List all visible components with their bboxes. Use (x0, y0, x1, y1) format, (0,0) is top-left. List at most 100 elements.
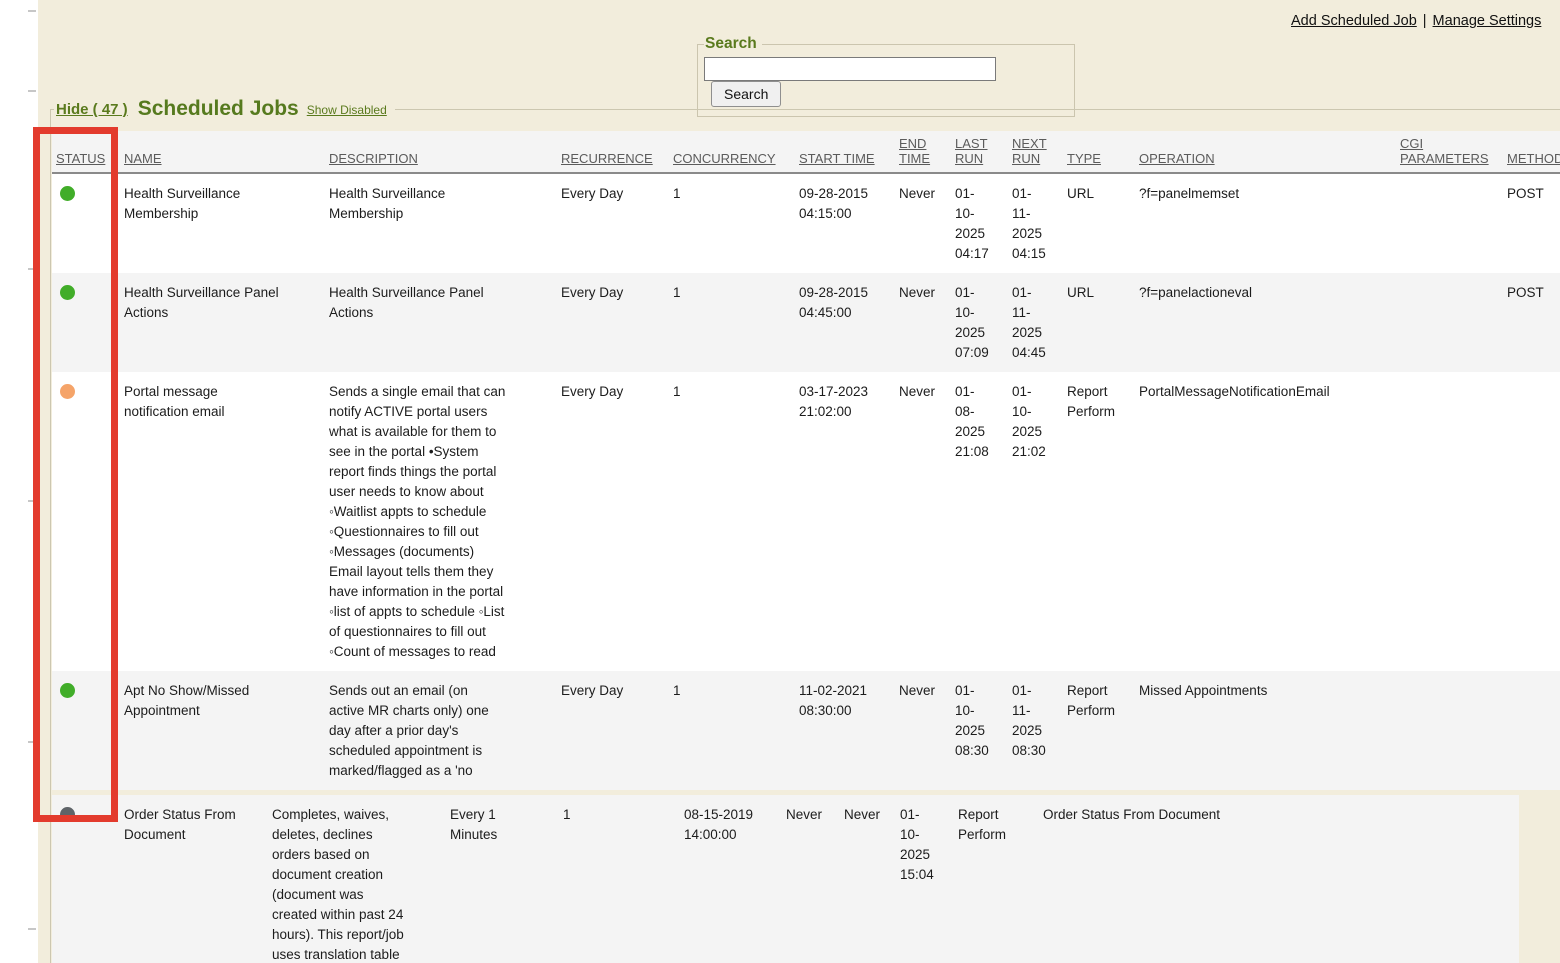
scheduled-jobs-table-continued: Order Status From DocumentCompletes, wai… (52, 795, 1519, 963)
cell-name: Health Surveillance Membership (120, 173, 325, 273)
cell-cgi-parameters (1396, 372, 1503, 671)
cell-next-run: 01- 10- 2025 21:02 (1008, 372, 1063, 671)
cell-end-time: Never (895, 671, 951, 790)
job-row: Order Status From DocumentCompletes, wai… (52, 795, 1519, 963)
cell-cgi-parameters (1396, 173, 1503, 273)
column-header-last-run[interactable]: LAST RUN (951, 131, 1008, 173)
cell-status (52, 795, 120, 963)
cell-concurrency: 1 (559, 795, 680, 963)
manage-settings-link[interactable]: Manage Settings (1433, 13, 1542, 29)
cell-last-run: 01- 10- 2025 07:09 (951, 273, 1008, 372)
cell-start-time: 11-02-2021 08:30:00 (795, 671, 895, 790)
cell-method: POST (1503, 173, 1560, 273)
cell-status (52, 372, 120, 671)
cell-last-run: Never (840, 795, 896, 963)
left-margin-tick (28, 268, 36, 270)
cell-end-time: Never (895, 173, 951, 273)
column-header-concurrency[interactable]: CONCURRENCY (669, 131, 795, 173)
cell-operation: ?f=panelactioneval (1135, 273, 1396, 372)
status-dot-enabled (60, 186, 75, 201)
cell-recurrence: Every Day (557, 671, 669, 790)
cell-status (52, 273, 120, 372)
cell-operation: ?f=panelmemset (1135, 173, 1396, 273)
search-panel-legend: Search (704, 35, 762, 53)
cell-type: URL (1063, 273, 1135, 372)
search-input[interactable] (704, 57, 996, 81)
cell-method (1503, 372, 1560, 671)
cell-start-time: 09-28-2015 04:15:00 (795, 173, 895, 273)
cell-operation: PortalMessageNotificationEmail (1135, 372, 1396, 671)
top-action-links: Add Scheduled Job|Manage Settings (1291, 13, 1541, 29)
jobs-table2-body: Order Status From DocumentCompletes, wai… (52, 795, 1519, 963)
cell-type: Report Perform (1063, 372, 1135, 671)
cell-method (1503, 671, 1560, 790)
cell-name: Order Status From Document (120, 795, 268, 963)
cell-recurrence: Every 1 Minutes (446, 795, 559, 963)
left-margin-tick (28, 741, 36, 743)
cell-recurrence: Every Day (557, 372, 669, 671)
cell-cgi-parameters (1396, 671, 1503, 790)
cell-type: Report Perform (1063, 671, 1135, 790)
column-header-description[interactable]: DESCRIPTION (325, 131, 557, 173)
cell-name: Portal message notification email (120, 372, 325, 671)
cell-type: Report Perform (954, 795, 1039, 963)
job-row: Apt No Show/Missed AppointmentSends out … (52, 671, 1560, 790)
cell-concurrency: 1 (669, 671, 795, 790)
left-margin-tick (28, 90, 36, 92)
cell-last-run: 01- 10- 2025 04:17 (951, 173, 1008, 273)
status-dot-enabled (60, 683, 75, 698)
add-scheduled-job-link[interactable]: Add Scheduled Job (1291, 13, 1417, 29)
column-header-status[interactable]: STATUS (52, 131, 120, 173)
cell-description: Sends out an email (on active MR charts … (325, 671, 557, 790)
column-header-type[interactable]: TYPE (1063, 131, 1135, 173)
cell-description: Completes, waives, deletes, declines ord… (268, 795, 446, 963)
cell-method: POST (1503, 273, 1560, 372)
cell-next-run: 01- 11- 2025 04:15 (1008, 173, 1063, 273)
cell-end-time: Never (782, 795, 840, 963)
cell-type: URL (1063, 173, 1135, 273)
job-row: Health Surveillance Panel ActionsHealth … (52, 273, 1560, 372)
column-header-recurrence[interactable]: RECURRENCE (557, 131, 669, 173)
cell-start-time: 03-17-2023 21:02:00 (795, 372, 895, 671)
cell-end-time: Never (895, 273, 951, 372)
cell-last-run: 01- 08- 2025 21:08 (951, 372, 1008, 671)
cell-name: Apt No Show/Missed Appointment (120, 671, 325, 790)
column-header-method[interactable]: METHOD (1503, 131, 1560, 173)
jobs-table-body: Health Surveillance MembershipHealth Sur… (52, 173, 1560, 790)
cell-cgi-parameters (1396, 273, 1503, 372)
scheduled-jobs-legend: Hide ( 47 ) Scheduled Jobs Show Disabled (54, 97, 395, 121)
hide-count-link[interactable]: Hide ( 47 ) (56, 101, 128, 118)
show-disabled-link[interactable]: Show Disabled (307, 103, 387, 117)
page-title: Scheduled Jobs (138, 97, 299, 120)
cell-description: Sends a single email that can notify ACT… (325, 372, 557, 671)
cell-description: Health Surveillance Panel Actions (325, 273, 557, 372)
column-header-cgi-parameters[interactable]: CGI PARAMETERS (1396, 131, 1503, 173)
cell-concurrency: 1 (669, 273, 795, 372)
cell-concurrency: 1 (669, 173, 795, 273)
status-dot-warning (60, 384, 75, 399)
cell-description: Health Surveillance Membership (325, 173, 557, 273)
left-margin-tick (28, 928, 36, 930)
cell-start-time: 08-15-2019 14:00:00 (680, 795, 782, 963)
column-header-end-time[interactable]: END TIME (895, 131, 951, 173)
cell-concurrency: 1 (669, 372, 795, 671)
left-margin-tick (28, 10, 36, 12)
column-header-name[interactable]: NAME (120, 131, 325, 173)
table-header-row: STATUSNAMEDESCRIPTIONRECURRENCECONCURREN… (52, 131, 1560, 173)
scheduled-jobs-table: STATUSNAMEDESCRIPTIONRECURRENCECONCURREN… (52, 131, 1560, 790)
status-dot-enabled (60, 285, 75, 300)
status-dot-disabled (60, 807, 75, 822)
cell-next-run: 01- 11- 2025 04:45 (1008, 273, 1063, 372)
cell-last-run: 01- 10- 2025 08:30 (951, 671, 1008, 790)
column-header-start-time[interactable]: START TIME (795, 131, 895, 173)
cell-start-time: 09-28-2015 04:45:00 (795, 273, 895, 372)
job-row: Portal message notification emailSends a… (52, 372, 1560, 671)
cell-status (52, 173, 120, 273)
cell-name: Health Surveillance Panel Actions (120, 273, 325, 372)
cell-status (52, 671, 120, 790)
scheduled-jobs-panel: Hide ( 47 ) Scheduled Jobs Show Disabled S… (50, 97, 1560, 963)
left-margin-tick (28, 500, 36, 502)
column-header-next-run[interactable]: NEXT RUN (1008, 131, 1063, 173)
column-header-operation[interactable]: OPERATION (1135, 131, 1396, 173)
cell-recurrence: Every Day (557, 273, 669, 372)
